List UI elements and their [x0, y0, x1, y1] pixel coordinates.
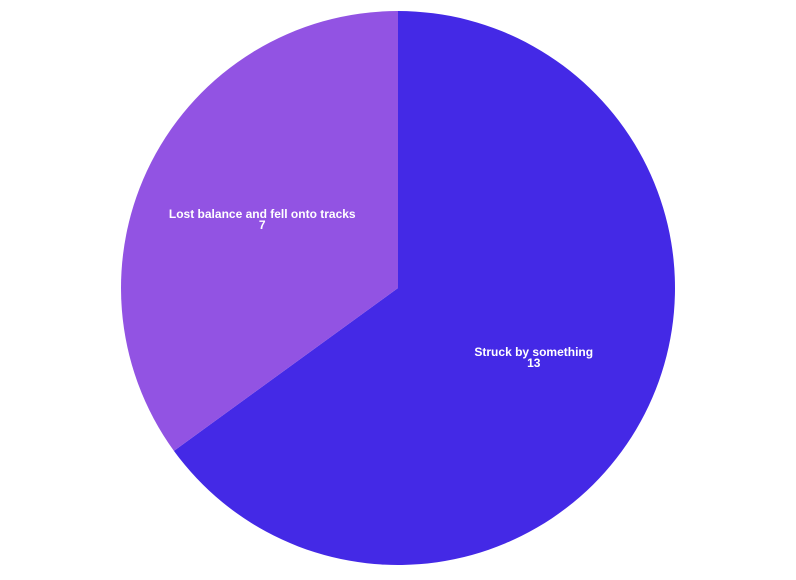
slice-value-label: 13 — [527, 356, 541, 370]
slice-value-label: 7 — [259, 218, 266, 232]
pie-chart-svg: Struck by something13Lost balance and fe… — [120, 11, 676, 566]
pie-chart: Struck by something 13 Lost balance and fe… — [0, 0, 796, 575]
pie-slices — [120, 11, 676, 566]
